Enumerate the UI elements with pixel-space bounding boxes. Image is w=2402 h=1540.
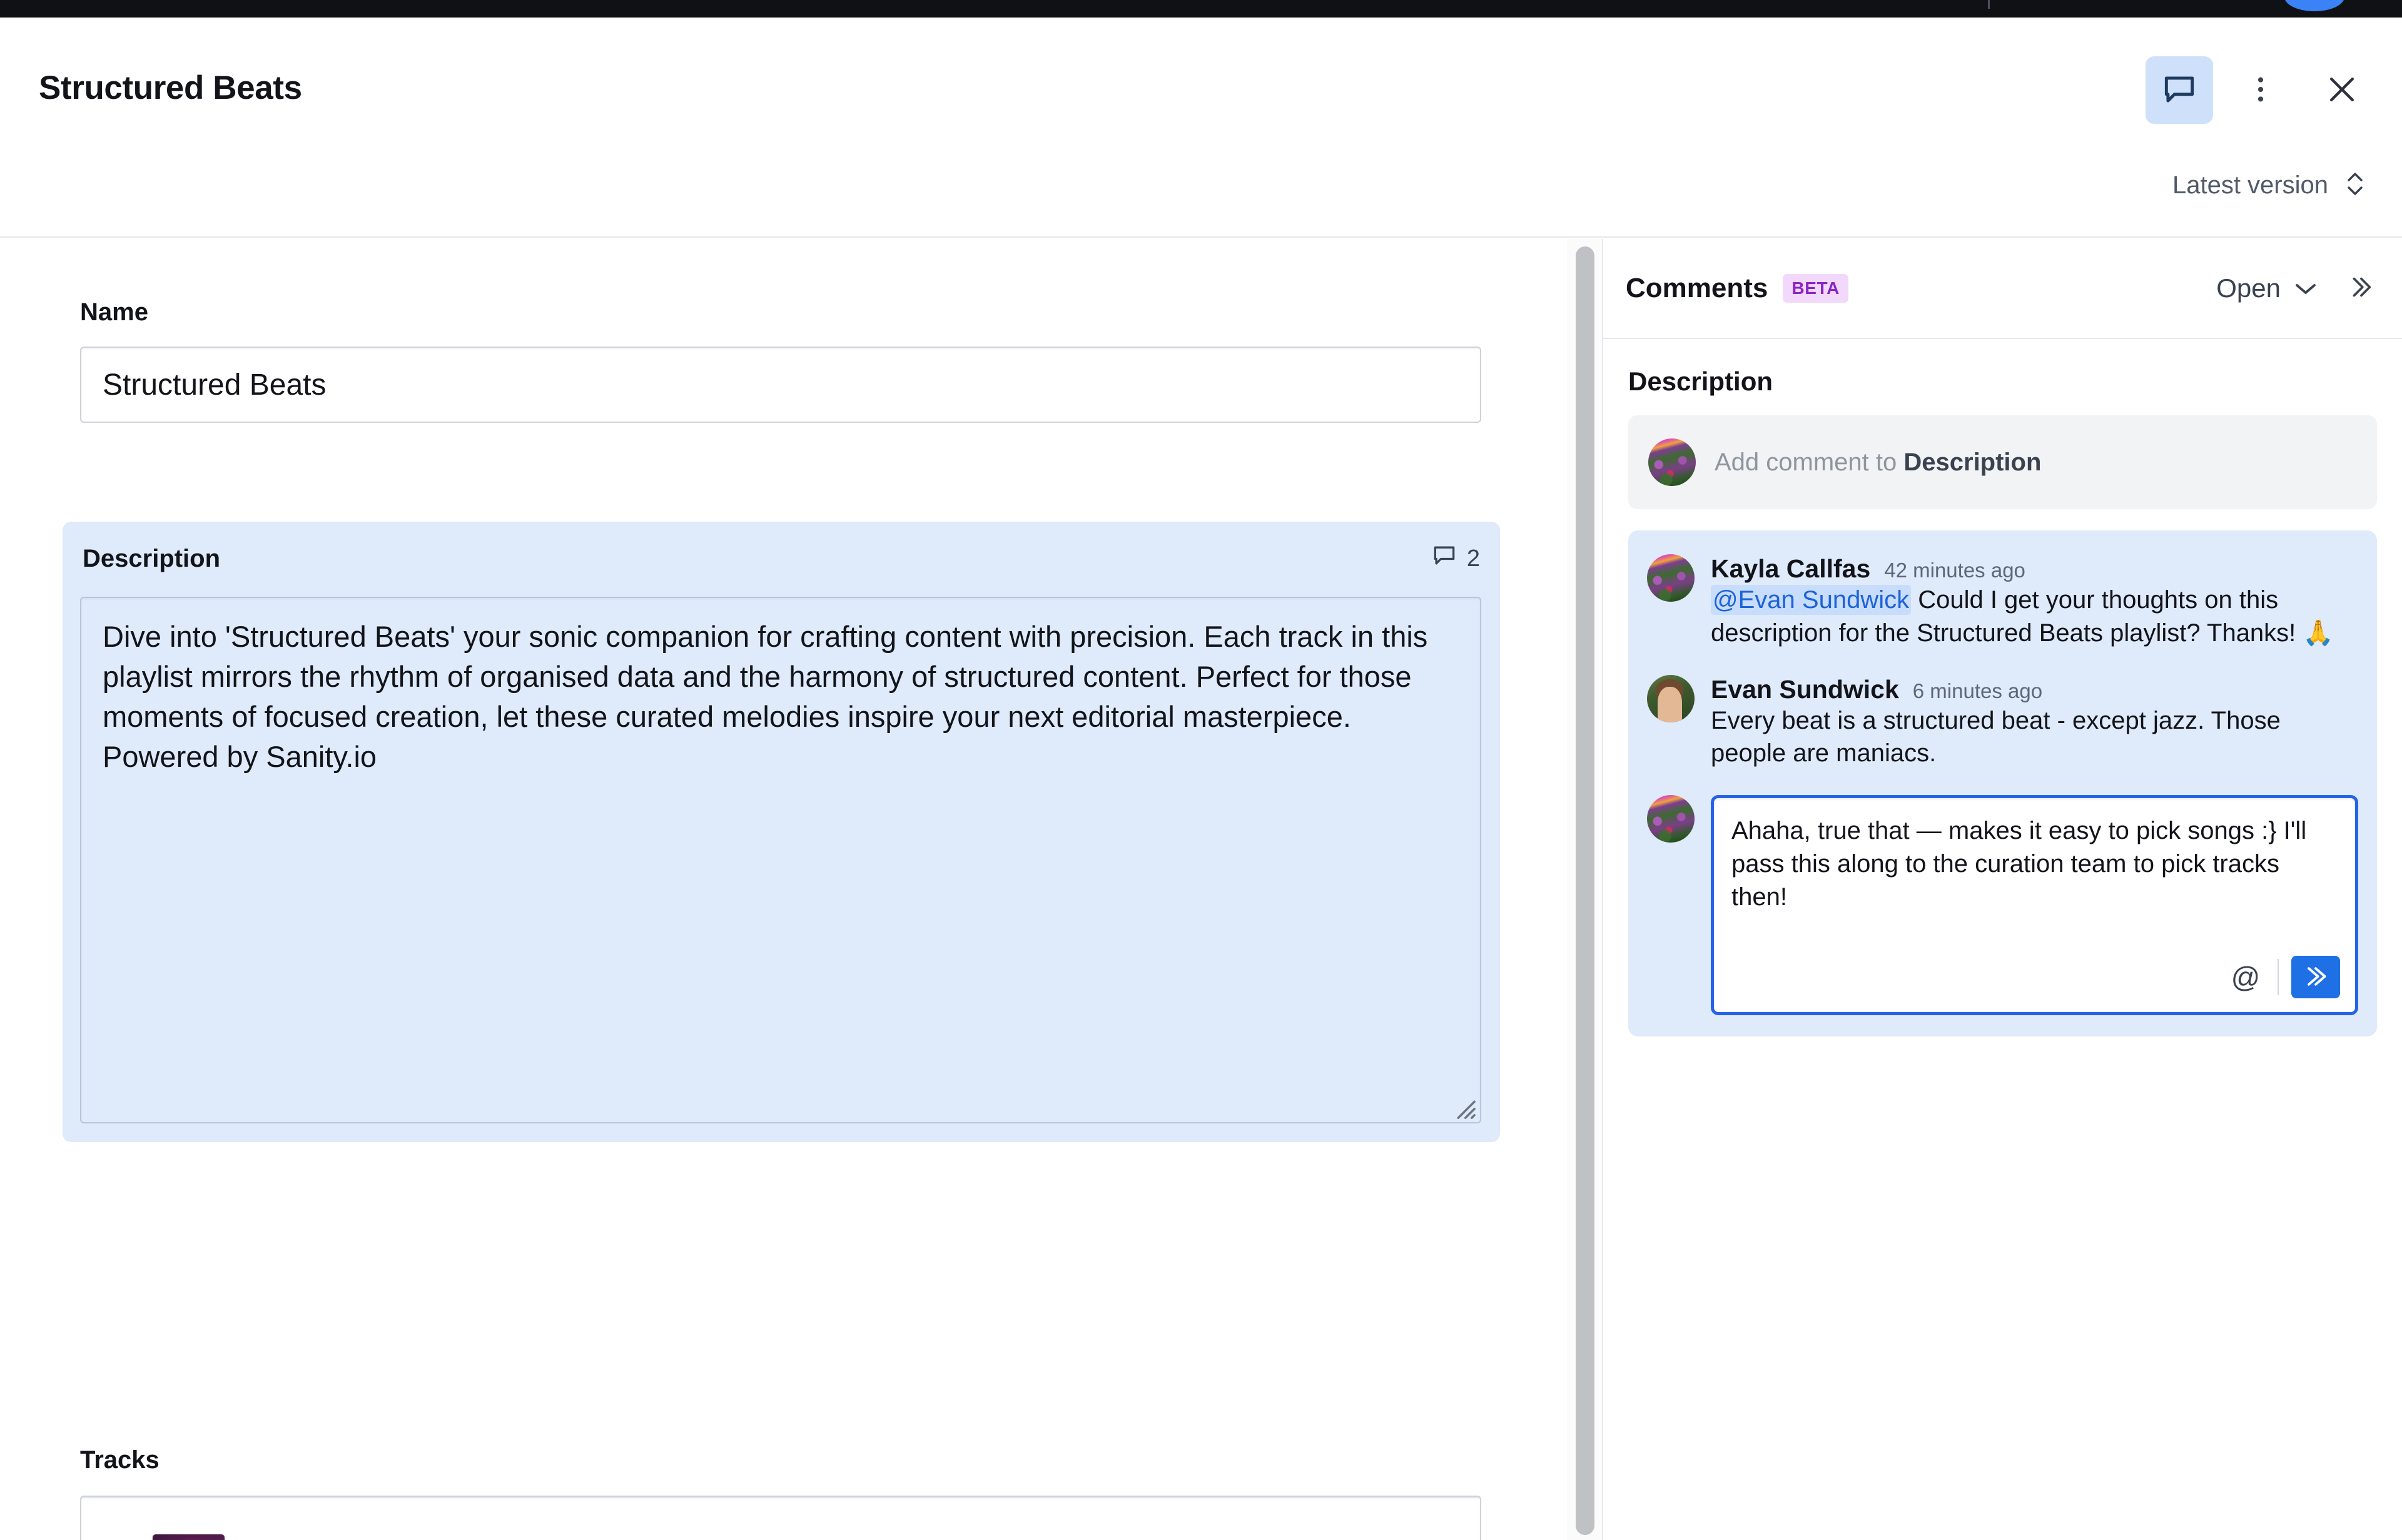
description-header: Description 2: [80, 542, 1482, 575]
comment-item: Kayla Callfas 42 minutes ago @Evan Sundw…: [1647, 554, 2358, 650]
send-icon: [2302, 963, 2329, 992]
description-comment-count-button[interactable]: 2: [1431, 542, 1480, 575]
mention-link[interactable]: @Evan Sundwick: [1711, 585, 1912, 615]
comments-panel: Comments BETA Open Description Add comme…: [1603, 239, 2402, 1540]
name-input[interactable]: Structured Beats: [80, 347, 1481, 423]
add-comment-placeholder-prefix: Add comment to: [1715, 448, 1904, 476]
comment-header: Evan Sundwick 6 minutes ago: [1711, 675, 2358, 704]
comment-count-value: 2: [1466, 545, 1480, 572]
comments-panel-title: Comments: [1626, 273, 1768, 303]
beta-badge: BETA: [1783, 274, 1848, 303]
body-wrapper: Name Structured Beats Description 2 Dive…: [0, 239, 2402, 1540]
reply-text-value: Ahaha, true that — makes it easy to pick…: [1731, 817, 2307, 911]
reply-actions: @: [2226, 956, 2340, 999]
more-options-button[interactable]: [2227, 56, 2294, 124]
comment-bubble-icon: [1431, 542, 1458, 575]
comment-text: @Evan Sundwick Could I get your thoughts…: [1711, 585, 2334, 647]
comments-panel-header: Comments BETA Open: [1603, 239, 2402, 339]
tracks-list: Midnight City (unknown) Album: Hurry Up,…: [80, 1496, 1481, 1540]
more-vertical-icon: [2243, 72, 2278, 109]
comment-item: Evan Sundwick 6 minutes ago Every beat i…: [1647, 674, 2358, 771]
at-sign-icon[interactable]: @: [2226, 958, 2265, 996]
comments-icon: [2160, 70, 2199, 111]
send-comment-button[interactable]: [2291, 956, 2340, 999]
header-actions: [2146, 56, 2376, 124]
app-root: Structured Beats Latest version Name Str…: [0, 0, 2402, 1540]
tracks-field-group: Tracks Midnight City (unknown) Album: Hu…: [80, 1446, 1481, 1540]
os-bar-tick: [1988, 0, 1990, 9]
add-comment-input[interactable]: Add comment to Description: [1628, 415, 2377, 509]
add-comment-placeholder-target: Description: [1903, 448, 2042, 476]
name-field-group: Name Structured Beats: [80, 298, 1481, 423]
comments-status-filter[interactable]: Open: [2216, 273, 2318, 303]
reply-input[interactable]: Ahaha, true that — makes it easy to pick…: [1711, 795, 2358, 1016]
comment-author: Kayla Callfas: [1711, 554, 1871, 583]
tracks-label: Tracks: [80, 1446, 160, 1474]
add-comment-placeholder: Add comment to Description: [1715, 448, 2041, 477]
comment-timestamp: 6 minutes ago: [1912, 679, 2043, 702]
main-scrollbar-thumb[interactable]: [1576, 246, 1594, 1535]
main-scrollbar-track[interactable]: [1567, 239, 1603, 1540]
description-field-group: Description 2 Dive into 'Structured Beat…: [63, 522, 1500, 1142]
name-label: Name: [80, 298, 148, 326]
description-text: Dive into 'Structured Beats' your sonic …: [103, 620, 1428, 773]
chevron-down-icon: [2293, 273, 2318, 303]
close-button[interactable]: [2308, 56, 2376, 124]
track-album-art: [153, 1534, 225, 1540]
description-textarea[interactable]: Dive into 'Structured Beats' your sonic …: [80, 597, 1481, 1123]
action-divider: [2278, 959, 2279, 996]
comment-text: Every beat is a structured beat - except…: [1711, 706, 2281, 767]
document-header: Structured Beats Latest version: [0, 18, 2402, 238]
avatar: [1647, 674, 1695, 722]
comments-panel-body: Description Add comment to Description K…: [1603, 339, 2402, 1037]
comment-header: Kayla Callfas 42 minutes ago: [1711, 554, 2358, 584]
version-selector[interactable]: Latest version: [2172, 168, 2366, 203]
page-title: Structured Beats: [39, 69, 302, 106]
avatar: [1648, 438, 1696, 486]
collapse-comments-button[interactable]: [2346, 273, 2374, 305]
version-label: Latest version: [2172, 171, 2328, 199]
comment-timestamp: 42 minutes ago: [1884, 559, 2025, 582]
os-top-bar: [0, 0, 2402, 18]
description-label: Description: [83, 544, 221, 572]
comments-field-group-title: Description: [1628, 367, 1773, 396]
double-chevron-right-icon: [2346, 273, 2374, 305]
document-form-pane: Name Structured Beats Description 2 Dive…: [0, 239, 1567, 1540]
comment-thread: Kayla Callfas 42 minutes ago @Evan Sundw…: [1628, 530, 2377, 1037]
comment-body: Evan Sundwick 6 minutes ago Every beat i…: [1711, 675, 2358, 771]
avatar: [1647, 554, 1695, 602]
comments-status-value: Open: [2216, 273, 2281, 303]
track-row[interactable]: Midnight City (unknown) Album: Hurry Up,…: [81, 1509, 1480, 1540]
os-bar-blue-indicator: [2284, 0, 2344, 11]
comment-author: Evan Sundwick: [1711, 674, 1899, 704]
textarea-resize-handle[interactable]: [1447, 1090, 1476, 1119]
chevron-up-down-icon: [2344, 168, 2366, 203]
avatar: [1647, 795, 1695, 843]
comments-toggle-button[interactable]: [2146, 56, 2213, 124]
close-icon: [2323, 70, 2361, 111]
comment-body: Kayla Callfas 42 minutes ago @Evan Sundw…: [1711, 554, 2358, 650]
reply-editor: Ahaha, true that — makes it easy to pick…: [1647, 795, 2358, 1016]
